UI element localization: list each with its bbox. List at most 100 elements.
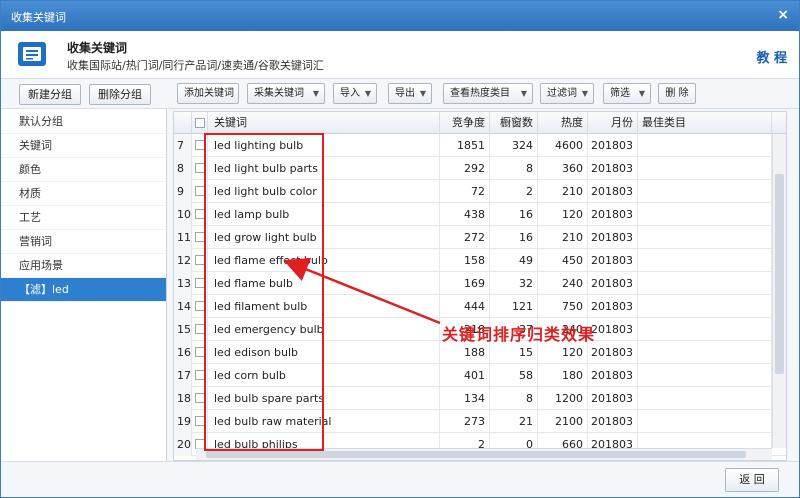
- view-category-label: 查看热度类目: [450, 88, 510, 99]
- chevron-down-icon: ▼: [581, 89, 588, 98]
- delete-group-button[interactable]: 删除分组: [89, 84, 151, 105]
- filter-words-label: 过滤词: [547, 88, 577, 99]
- best-category-cell: [638, 203, 772, 226]
- scrollbar-thumb[interactable]: [206, 451, 746, 458]
- import-dropdown[interactable]: 导入 ▼: [333, 83, 377, 104]
- best-category-cell: [638, 180, 772, 203]
- month-cell: 201803: [588, 387, 638, 410]
- heat-cell: 1200: [538, 387, 588, 410]
- heat-cell: 750: [538, 295, 588, 318]
- collect-keyword-dropdown[interactable]: 采集关键词 ▼: [247, 83, 325, 104]
- heat-cell: 2100: [538, 410, 588, 433]
- best-category-cell: [638, 341, 772, 364]
- best-category-cell: [638, 387, 772, 410]
- tutorial-link[interactable]: 教 程: [756, 47, 787, 66]
- group-button-row: 新建分组 删除分组: [1, 79, 167, 109]
- row-number: 10: [174, 203, 192, 226]
- column-header-showcase[interactable]: 橱窗数: [490, 112, 538, 134]
- row-number: 19: [174, 410, 192, 433]
- competition-cell: 292: [440, 157, 490, 180]
- competition-cell: 273: [440, 410, 490, 433]
- row-number: 15: [174, 318, 192, 341]
- chevron-down-icon: ▼: [364, 89, 371, 98]
- best-category-cell: [638, 272, 772, 295]
- showcase-cell: 16: [490, 203, 538, 226]
- heat-cell: 210: [538, 180, 588, 203]
- month-cell: 201803: [588, 341, 638, 364]
- competition-cell: 158: [440, 249, 490, 272]
- row-number: 13: [174, 272, 192, 295]
- showcase-cell: 21: [490, 410, 538, 433]
- group-item[interactable]: 材质: [1, 182, 166, 206]
- showcase-cell: 324: [490, 134, 538, 157]
- column-header-month[interactable]: 月份: [588, 112, 638, 134]
- delete-button[interactable]: 删 除: [658, 83, 696, 104]
- export-dropdown[interactable]: 导出 ▼: [388, 83, 432, 104]
- month-cell: 201803: [588, 157, 638, 180]
- group-item[interactable]: 工艺: [1, 206, 166, 230]
- group-item[interactable]: 营销词: [1, 230, 166, 254]
- row-number: 11: [174, 226, 192, 249]
- best-category-cell: [638, 249, 772, 272]
- month-cell: 201803: [588, 134, 638, 157]
- group-item[interactable]: 颜色: [1, 158, 166, 182]
- heat-cell: 240: [538, 272, 588, 295]
- row-number: 9: [174, 180, 192, 203]
- showcase-cell: 32: [490, 272, 538, 295]
- row-number-header: [174, 112, 192, 134]
- month-cell: 201803: [588, 272, 638, 295]
- best-category-cell: [638, 364, 772, 387]
- table-header: 关键词 竞争度 橱窗数 热度 月份 最佳类目: [174, 112, 786, 134]
- keyword-highlight-box: [204, 133, 324, 451]
- row-number: 8: [174, 157, 192, 180]
- new-group-button[interactable]: 新建分组: [19, 84, 81, 105]
- heat-cell: 360: [538, 157, 588, 180]
- group-item[interactable]: 应用场景: [1, 254, 166, 278]
- competition-cell: 72: [440, 180, 490, 203]
- row-number: 7: [174, 134, 192, 157]
- group-item[interactable]: 关键词: [1, 134, 166, 158]
- column-header-competition[interactable]: 竞争度: [440, 112, 490, 134]
- column-header-heat[interactable]: 热度: [538, 112, 588, 134]
- column-header-best-category[interactable]: 最佳类目: [638, 112, 772, 134]
- row-number: 18: [174, 387, 192, 410]
- showcase-cell: 16: [490, 226, 538, 249]
- heat-cell: 450: [538, 249, 588, 272]
- vertical-scrollbar[interactable]: [772, 134, 786, 448]
- close-icon[interactable]: ×: [777, 7, 789, 23]
- month-cell: 201803: [588, 249, 638, 272]
- scrollbar-thumb[interactable]: [775, 174, 784, 374]
- competition-cell: 169: [440, 272, 490, 295]
- showcase-cell: 58: [490, 364, 538, 387]
- header-subtitle: 收集国际站/热门词/同行产品词/速卖通/谷歌关键词汇: [67, 59, 324, 72]
- annotation-label: 关键词排序归类效果: [442, 325, 596, 344]
- showcase-cell: 49: [490, 249, 538, 272]
- month-cell: 201803: [588, 180, 638, 203]
- month-cell: 201803: [588, 295, 638, 318]
- chevron-down-icon: ▼: [520, 89, 527, 98]
- competition-cell: 134: [440, 387, 490, 410]
- chevron-down-icon: ▼: [638, 89, 645, 98]
- back-button[interactable]: 返 回: [725, 468, 779, 492]
- group-item[interactable]: 【滤】led: [1, 278, 166, 302]
- window-title: 收集关键词: [11, 11, 66, 24]
- import-label: 导入: [340, 88, 360, 99]
- filter-words-dropdown[interactable]: 过滤词 ▼: [540, 83, 594, 104]
- select-all-checkbox[interactable]: [195, 118, 205, 128]
- heat-cell: 210: [538, 226, 588, 249]
- header: 收集关键词 收集国际站/热门词/同行产品词/速卖通/谷歌关键词汇 教 程: [1, 31, 799, 79]
- collect-keyword-label: 采集关键词: [254, 88, 304, 99]
- screen-dropdown[interactable]: 筛选 ▼: [603, 83, 651, 104]
- column-header-keyword[interactable]: 关键词: [208, 112, 440, 134]
- month-cell: 201803: [588, 364, 638, 387]
- competition-cell: 272: [440, 226, 490, 249]
- add-keyword-button[interactable]: 添加关键词: [177, 83, 239, 104]
- heat-cell: 180: [538, 364, 588, 387]
- group-item[interactable]: 默认分组: [1, 110, 166, 134]
- view-category-dropdown[interactable]: 查看热度类目 ▼: [443, 83, 533, 104]
- heat-cell: 120: [538, 203, 588, 226]
- showcase-cell: 8: [490, 387, 538, 410]
- select-all-header: [192, 112, 208, 134]
- month-cell: 201803: [588, 226, 638, 249]
- screen-label: 筛选: [610, 88, 630, 99]
